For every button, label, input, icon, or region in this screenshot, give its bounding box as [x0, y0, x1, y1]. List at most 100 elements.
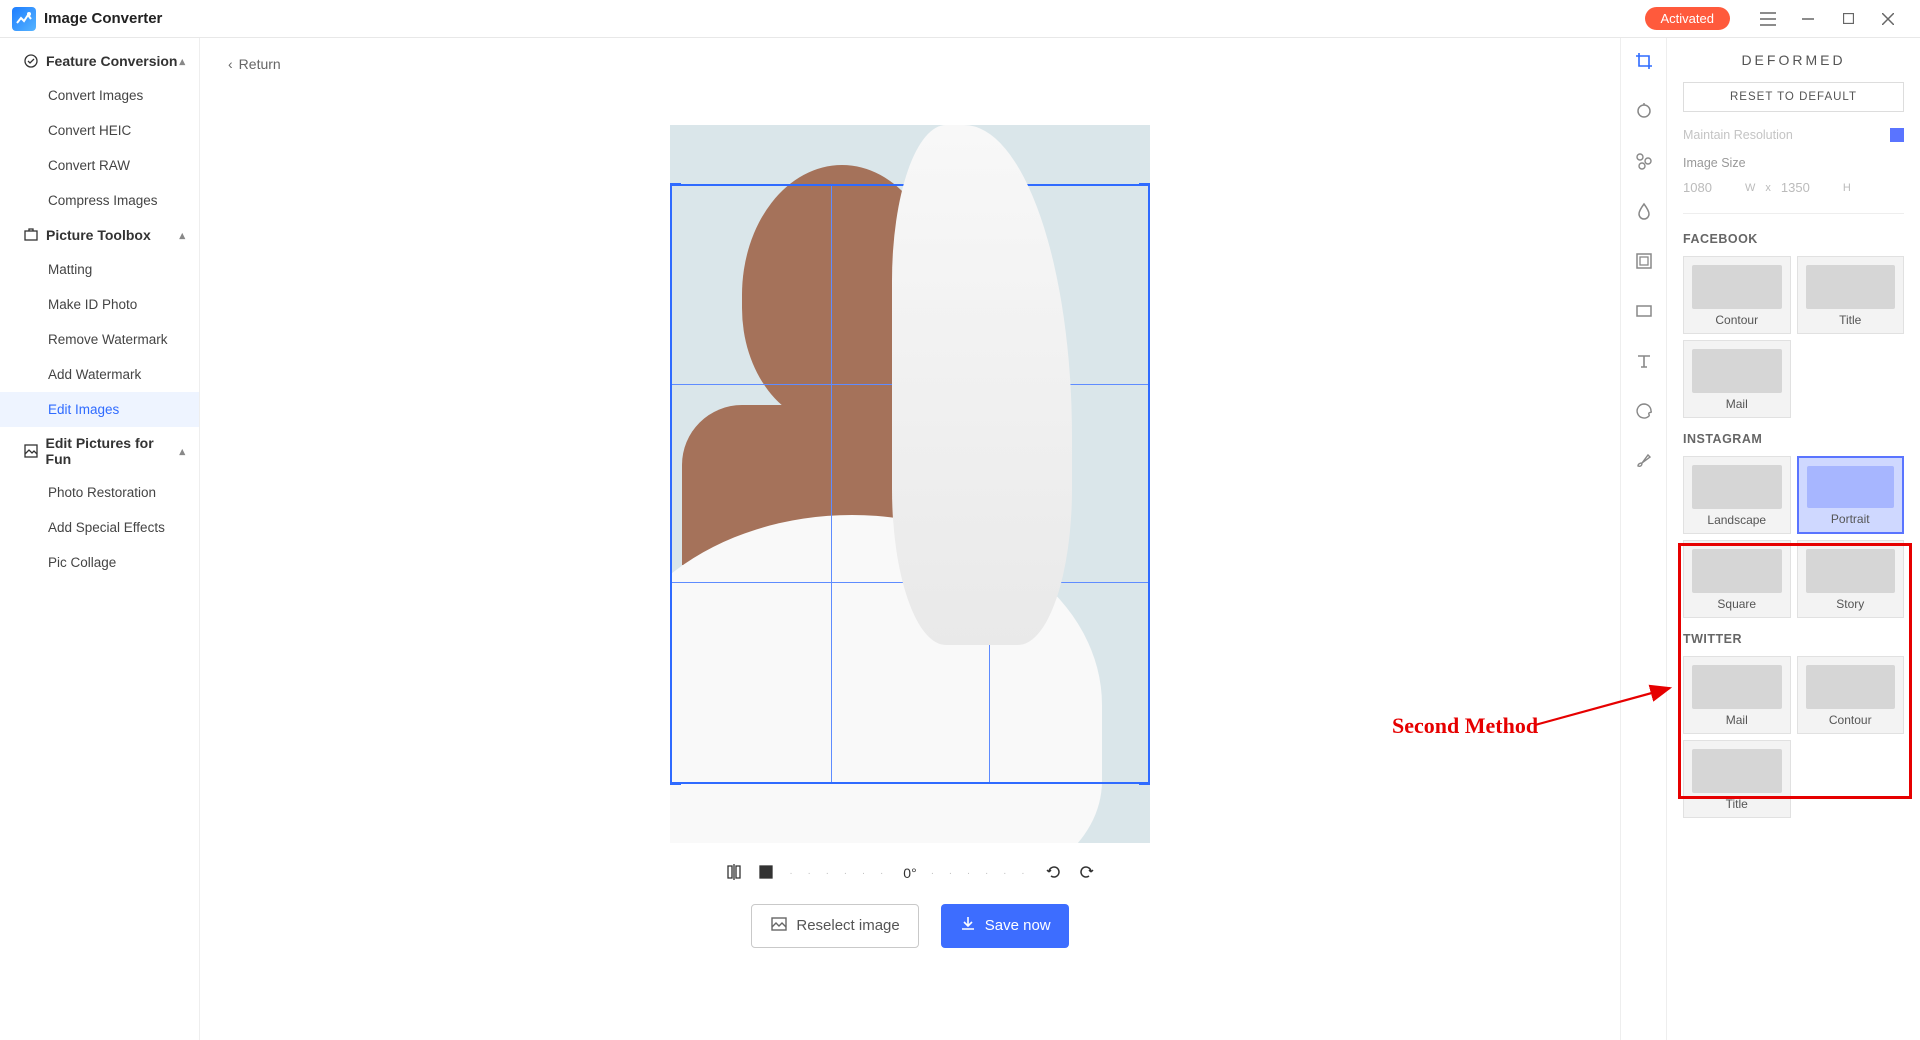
crop-tool-icon[interactable] [1633, 50, 1655, 72]
reselect-button[interactable]: Reselect image [751, 904, 918, 948]
facebook-grid: Contour Title Mail [1683, 256, 1904, 418]
download-icon [959, 915, 977, 937]
picture-icon [22, 442, 40, 460]
crop-handle-bl[interactable] [670, 773, 681, 785]
twitter-header: TWITTER [1683, 632, 1904, 646]
preset-ig-landscape[interactable]: Landscape [1683, 456, 1791, 534]
menu-icon[interactable] [1748, 0, 1788, 38]
title-bar: Image Converter Activated [0, 0, 1920, 38]
return-button[interactable]: ‹ Return [200, 38, 1620, 72]
save-label: Save now [985, 917, 1051, 934]
sidebar-item-restoration[interactable]: Photo Restoration [0, 475, 199, 510]
section-feature-conversion[interactable]: Feature Conversion ▴ [0, 44, 199, 78]
sidebar-item-remove-watermark[interactable]: Remove Watermark [0, 322, 199, 357]
return-label: Return [239, 56, 281, 72]
app-title: Image Converter [44, 10, 162, 27]
tool-rail [1621, 38, 1667, 1040]
sidebar-item-convert-images[interactable]: Convert Images [0, 78, 199, 113]
app-logo [12, 7, 36, 31]
sidebar-item-edit-images[interactable]: Edit Images [0, 392, 199, 427]
crop-handle-br[interactable] [1139, 773, 1150, 785]
rotate-scale-right[interactable]: · · · · · · [931, 868, 1031, 879]
twitter-grid: Mail Contour Title [1683, 656, 1904, 818]
section-label: Edit Pictures for Fun [46, 435, 180, 467]
rotate-scale-left[interactable]: · · · · · · [789, 868, 889, 879]
sidebar-item-convert-heic[interactable]: Convert HEIC [0, 113, 199, 148]
reselect-label: Reselect image [796, 917, 899, 934]
canvas-area: · · · · · · 0° · · · · · · Reselect imag… [200, 72, 1620, 1040]
sidebar-item-add-watermark[interactable]: Add Watermark [0, 357, 199, 392]
width-input[interactable]: 1080 [1683, 180, 1735, 195]
width-label: W [1745, 182, 1755, 194]
rotate-cw-icon[interactable] [1077, 863, 1095, 884]
sidebar-item-collage[interactable]: Pic Collage [0, 545, 199, 580]
preset-tw-title[interactable]: Title [1683, 740, 1791, 818]
rotate-value: 0° [903, 865, 916, 881]
sidebar-item-convert-raw[interactable]: Convert RAW [0, 148, 199, 183]
maintain-checkbox[interactable] [1890, 128, 1904, 142]
chevron-up-icon: ▴ [179, 55, 185, 68]
right-body: DEFORMED RESET TO DEFAULT Maintain Resol… [1667, 38, 1920, 1040]
flip-vertical-icon[interactable] [757, 863, 775, 884]
rect-tool-icon[interactable] [1633, 300, 1655, 322]
size-row: 1080 W x 1350 H [1683, 180, 1904, 214]
height-input[interactable]: 1350 [1781, 180, 1833, 195]
preset-ig-square[interactable]: Square [1683, 540, 1791, 618]
section-label: Picture Toolbox [46, 227, 151, 243]
close-icon[interactable] [1868, 0, 1908, 38]
brush-tool-icon[interactable] [1633, 450, 1655, 472]
save-button[interactable]: Save now [941, 904, 1069, 948]
minimize-icon[interactable] [1788, 0, 1828, 38]
size-separator: x [1765, 182, 1771, 194]
frame-tool-icon[interactable] [1633, 250, 1655, 272]
section-label: Feature Conversion [46, 53, 177, 69]
drop-tool-icon[interactable] [1633, 200, 1655, 222]
activated-badge: Activated [1645, 7, 1730, 30]
sidebar-item-compress[interactable]: Compress Images [0, 183, 199, 218]
action-row: Reselect image Save now [751, 904, 1068, 948]
preset-fb-contour[interactable]: Contour [1683, 256, 1791, 334]
palette-tool-icon[interactable] [1633, 400, 1655, 422]
color-tool-icon[interactable] [1633, 100, 1655, 122]
maintain-resolution-row: Maintain Resolution [1683, 128, 1904, 142]
rotate-ccw-icon[interactable] [1045, 863, 1063, 884]
section-picture-toolbox[interactable]: Picture Toolbox ▴ [0, 218, 199, 252]
image-preview[interactable] [670, 125, 1150, 843]
gallery-icon [770, 915, 788, 937]
main-area: ‹ Return [200, 38, 1620, 1040]
annotation-text: Second Method [1392, 713, 1538, 739]
preset-ig-portrait[interactable]: Portrait [1797, 456, 1905, 534]
panel-title: DEFORMED [1683, 52, 1904, 68]
sidebar: Feature Conversion ▴ Convert Images Conv… [0, 38, 200, 1040]
toolbox-icon [22, 226, 40, 244]
flip-horizontal-icon[interactable] [725, 863, 743, 884]
rotate-bar: · · · · · · 0° · · · · · · [725, 863, 1094, 884]
preset-fb-title[interactable]: Title [1797, 256, 1905, 334]
image-size-label: Image Size [1683, 156, 1904, 170]
facebook-header: FACEBOOK [1683, 232, 1904, 246]
adjust-tool-icon[interactable] [1633, 150, 1655, 172]
chevron-up-icon: ▴ [179, 445, 185, 458]
preset-tw-contour[interactable]: Contour [1797, 656, 1905, 734]
sync-icon [22, 52, 40, 70]
right-panel: DEFORMED RESET TO DEFAULT Maintain Resol… [1620, 38, 1920, 1040]
sidebar-item-matting[interactable]: Matting [0, 252, 199, 287]
reset-button[interactable]: RESET TO DEFAULT [1683, 82, 1904, 112]
maintain-label: Maintain Resolution [1683, 128, 1793, 142]
crop-handle-tr[interactable] [1139, 183, 1150, 195]
instagram-header: INSTAGRAM [1683, 432, 1904, 446]
preset-tw-mail[interactable]: Mail [1683, 656, 1791, 734]
instagram-grid: Landscape Portrait Square Story [1683, 456, 1904, 618]
height-label: H [1843, 182, 1851, 194]
section-edit-fun[interactable]: Edit Pictures for Fun ▴ [0, 427, 199, 475]
preset-ig-story[interactable]: Story [1797, 540, 1905, 618]
maximize-icon[interactable] [1828, 0, 1868, 38]
sidebar-item-id-photo[interactable]: Make ID Photo [0, 287, 199, 322]
annotation-arrow [1530, 680, 1680, 730]
chevron-left-icon: ‹ [228, 56, 233, 72]
sidebar-item-effects[interactable]: Add Special Effects [0, 510, 199, 545]
chevron-up-icon: ▴ [179, 229, 185, 242]
preset-fb-mail[interactable]: Mail [1683, 340, 1791, 418]
crop-handle-tl[interactable] [670, 183, 681, 195]
text-tool-icon[interactable] [1633, 350, 1655, 372]
